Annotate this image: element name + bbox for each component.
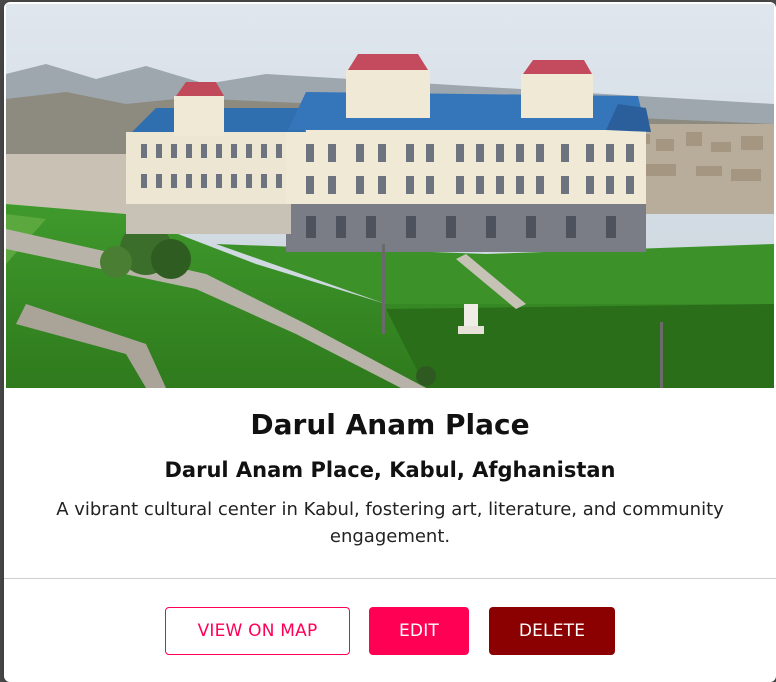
place-card: Darul Anam Place Darul Anam Place, Kabul… — [4, 2, 776, 682]
card-actions: VIEW ON MAP EDIT DELETE — [4, 607, 776, 655]
place-address: Darul Anam Place, Kabul, Afghanistan — [164, 458, 616, 482]
divider — [4, 578, 776, 579]
place-image — [6, 4, 774, 388]
place-title: Darul Anam Place — [250, 408, 530, 441]
edit-button[interactable]: EDIT — [369, 607, 469, 655]
delete-button[interactable]: DELETE — [489, 607, 615, 655]
view-on-map-button[interactable]: VIEW ON MAP — [165, 607, 350, 655]
place-description: A vibrant cultural center in Kabul, fost… — [56, 499, 724, 547]
